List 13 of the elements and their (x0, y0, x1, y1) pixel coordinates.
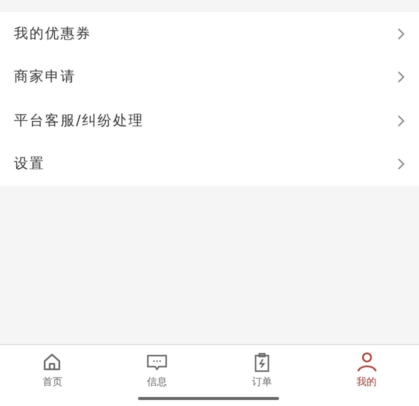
tab[interactable]: 信息 (104, 345, 210, 406)
menu-item[interactable]: 平台客服/纠纷处理 (0, 99, 419, 142)
chevron-right-icon (397, 114, 405, 127)
tab[interactable]: 订单 (210, 345, 314, 406)
menu-item[interactable]: 我的优惠券 (0, 12, 419, 56)
chevron-right-icon (397, 28, 405, 40)
tab[interactable]: 我的 (314, 345, 419, 406)
chevron-right-icon (397, 158, 405, 170)
profile-icon (356, 351, 378, 373)
menu-item[interactable]: 商家申请 (0, 56, 419, 99)
menu-item[interactable]: 设置 (0, 142, 419, 186)
chevron-right-icon (397, 71, 405, 84)
tab[interactable]: 首页 (0, 345, 105, 406)
